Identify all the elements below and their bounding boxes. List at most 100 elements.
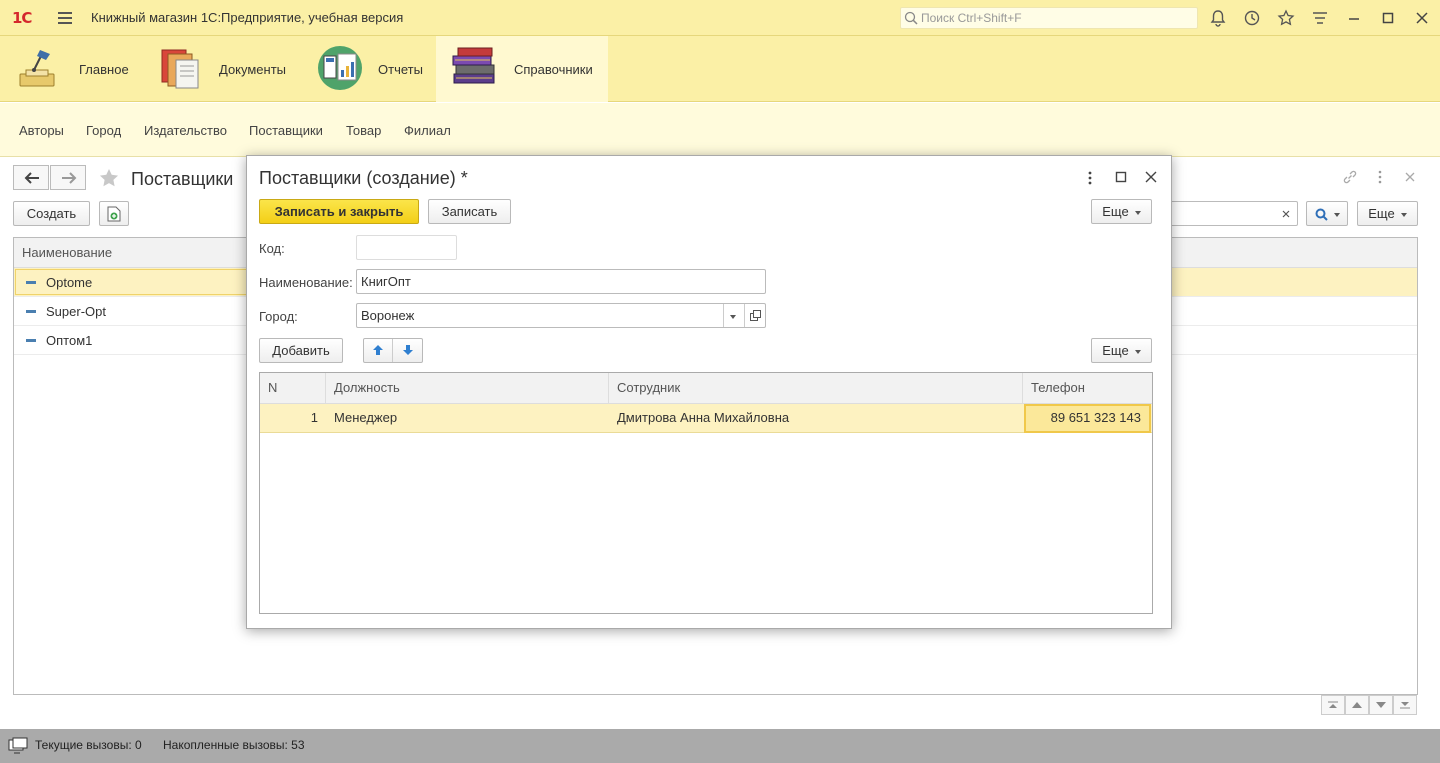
- list-more-button[interactable]: Еще: [1357, 201, 1418, 226]
- main-menu-icon[interactable]: [58, 12, 72, 24]
- column-header-n[interactable]: N: [260, 373, 326, 404]
- cell-n[interactable]: 1: [260, 404, 326, 433]
- clear-search-icon[interactable]: [1282, 210, 1290, 218]
- row-name: Оптом1: [46, 333, 93, 348]
- arrow-right-icon: [62, 172, 77, 184]
- table-more-button[interactable]: Еще: [1091, 338, 1152, 363]
- city-label: Город:: [259, 309, 298, 324]
- name-field[interactable]: КнигОпт: [356, 269, 766, 294]
- move-down-button[interactable]: [393, 339, 422, 362]
- row-name: Super-Opt: [46, 304, 106, 319]
- arrow-left-icon: [24, 172, 39, 184]
- scroll-top-button[interactable]: [1321, 695, 1345, 715]
- search-icon: [904, 11, 918, 25]
- maximize-icon[interactable]: [1379, 9, 1397, 27]
- more-label: Еще: [1368, 206, 1395, 221]
- create-copy-button[interactable]: [99, 201, 129, 226]
- item-marker-icon: [26, 310, 36, 313]
- code-field[interactable]: [356, 235, 457, 260]
- save-and-close-button[interactable]: Записать и закрыть: [259, 199, 419, 224]
- section-label: Справочники: [514, 62, 593, 77]
- more-label: Еще: [1102, 204, 1129, 219]
- search-icon: [1315, 208, 1328, 221]
- table-header: N Должность Сотрудник Телефон: [260, 373, 1152, 404]
- supplier-create-form: Поставщики (создание) * Записать и закры…: [246, 155, 1172, 629]
- nav-link-city[interactable]: Город: [86, 123, 121, 138]
- list-search-input[interactable]: [1160, 201, 1298, 226]
- back-button[interactable]: [13, 165, 49, 190]
- nav-link-authors[interactable]: Авторы: [19, 123, 64, 138]
- section-catalogs[interactable]: Справочники: [436, 36, 608, 102]
- column-header-name: Наименование: [22, 245, 113, 260]
- maximize-icon[interactable]: [1115, 171, 1127, 183]
- scroll-bottom-button[interactable]: [1393, 695, 1417, 715]
- app-logo: 1С: [12, 9, 32, 27]
- funnel-menu-icon[interactable]: [1311, 9, 1329, 27]
- column-header-position[interactable]: Должность: [326, 373, 609, 404]
- move-up-button[interactable]: [364, 339, 393, 362]
- create-button[interactable]: Создать: [13, 201, 90, 226]
- city-dropdown-button[interactable]: [723, 304, 744, 327]
- global-search-input[interactable]: Поиск Ctrl+Shift+F: [900, 7, 1198, 29]
- item-marker-icon: [26, 339, 36, 342]
- column-header-employee[interactable]: Сотрудник: [609, 373, 1023, 404]
- city-value: Воронеж: [361, 308, 415, 323]
- close-icon[interactable]: [1413, 9, 1431, 27]
- save-button[interactable]: Записать: [428, 199, 511, 224]
- section-main[interactable]: Главное: [0, 36, 140, 102]
- table-row[interactable]: 1 Менеджер Дмитрова Анна Михайловна 89 6…: [260, 404, 1152, 433]
- monitor-icon[interactable]: [8, 737, 28, 755]
- sections-panel: Главное Документы Отчеты Справочники: [0, 36, 1440, 102]
- current-calls: Текущие вызовы: 0: [35, 738, 142, 752]
- scroll-down-button[interactable]: [1369, 695, 1393, 715]
- bell-icon[interactable]: [1209, 9, 1227, 27]
- chevron-down-icon: [1134, 210, 1141, 215]
- nav-link-branch[interactable]: Филиал: [404, 123, 451, 138]
- minimize-icon[interactable]: [1345, 9, 1363, 27]
- section-label: Главное: [79, 62, 129, 77]
- title-bar: 1С Книжный магазин 1С:Предприятие, учебн…: [0, 0, 1440, 36]
- chevron-down-icon: [730, 315, 736, 320]
- section-reports[interactable]: Отчеты: [300, 36, 436, 102]
- form-close-icon[interactable]: [1404, 171, 1416, 183]
- section-documents[interactable]: Документы: [140, 36, 300, 102]
- chevron-down-icon: [1400, 212, 1407, 217]
- name-label: Наименование:: [259, 275, 353, 290]
- scroll-top-icon: [1328, 701, 1338, 708]
- documents-icon: [161, 49, 199, 89]
- scroll-up-button[interactable]: [1345, 695, 1369, 715]
- cell-phone[interactable]: 89 651 323 143: [1024, 404, 1151, 433]
- page-title: Поставщики: [131, 169, 234, 189]
- scroll-up-icon: [1352, 702, 1362, 708]
- move-rows-group: [363, 338, 423, 363]
- modal-title: Поставщики (создание) *: [259, 168, 468, 188]
- cell-employee[interactable]: Дмитрова Анна Михайловна: [609, 404, 1023, 433]
- favorite-star-icon[interactable]: [98, 167, 120, 189]
- item-marker-icon: [26, 281, 36, 284]
- contacts-table[interactable]: N Должность Сотрудник Телефон 1 Менеджер…: [259, 372, 1153, 614]
- close-icon[interactable]: [1145, 171, 1157, 183]
- more-vertical-icon[interactable]: [1085, 170, 1095, 186]
- row-name: Optome: [46, 275, 93, 290]
- nav-link-publisher[interactable]: Издательство: [144, 123, 227, 138]
- nav-link-suppliers[interactable]: Поставщики: [249, 123, 323, 138]
- city-open-button[interactable]: [744, 304, 765, 327]
- form-more-button[interactable]: Еще: [1091, 199, 1152, 224]
- search-button[interactable]: [1306, 201, 1348, 226]
- open-window-icon: [750, 310, 761, 321]
- column-header-phone[interactable]: Телефон: [1023, 373, 1152, 404]
- history-icon[interactable]: [1243, 9, 1261, 27]
- link-icon[interactable]: [1342, 169, 1358, 185]
- cell-position[interactable]: Менеджер: [326, 404, 609, 433]
- arrow-up-icon: [373, 345, 383, 355]
- city-field[interactable]: Воронеж: [356, 303, 766, 328]
- nav-link-goods[interactable]: Товар: [346, 123, 381, 138]
- arrow-down-icon: [402, 345, 413, 355]
- favorites-star-icon[interactable]: [1277, 9, 1295, 27]
- add-row-button[interactable]: Добавить: [259, 338, 343, 363]
- section-label: Отчеты: [378, 62, 423, 77]
- navigation-panel: Авторы Город Издательство Поставщики Тов…: [0, 103, 1440, 157]
- desk-lamp-icon: [19, 50, 55, 87]
- forward-button[interactable]: [50, 165, 86, 190]
- more-vertical-icon[interactable]: [1373, 169, 1387, 185]
